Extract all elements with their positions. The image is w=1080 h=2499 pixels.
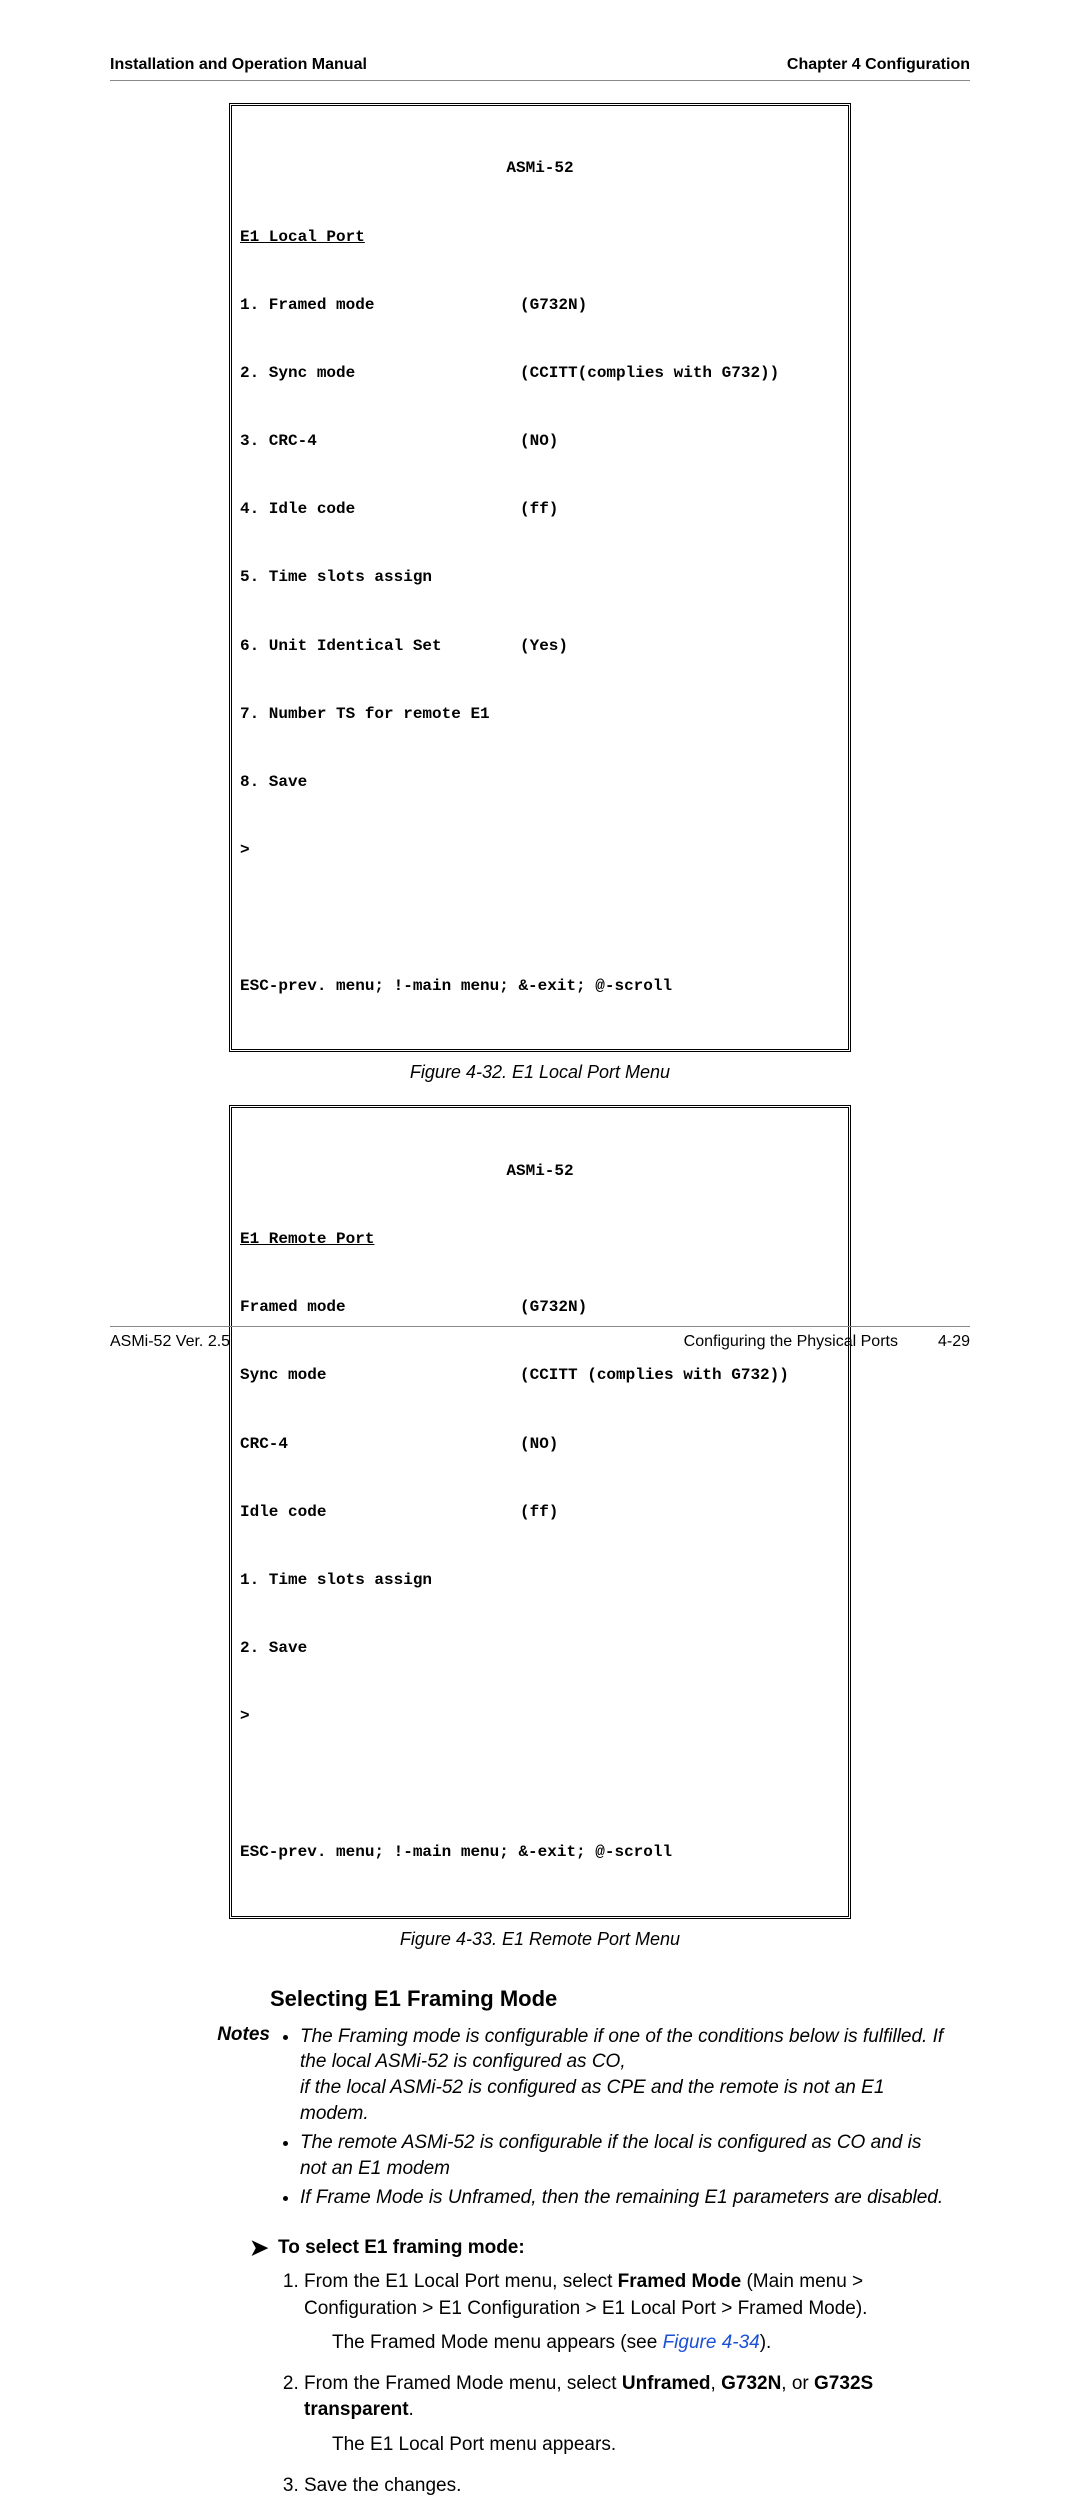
row-value: (G732N) (520, 1296, 840, 1319)
step-text: , or (781, 2373, 814, 2394)
page-header: Installation and Operation Manual Chapte… (110, 56, 970, 81)
row-value (520, 566, 840, 589)
step-sub: The E1 Local Port menu appears. (332, 2432, 950, 2459)
terminal-row: 1. Time slots assign (240, 1569, 840, 1592)
row-label: 4. Idle code (240, 498, 520, 521)
terminal-row: 7. Number TS for remote E1 (240, 703, 840, 726)
terminal-row: 3. CRC-4(NO) (240, 430, 840, 453)
procedure-steps: From the E1 Local Port menu, select Fram… (304, 2269, 950, 2499)
arrow-icon: ➤ (250, 2237, 278, 2259)
row-label: CRC-4 (240, 1433, 520, 1456)
row-value: (Yes) (520, 635, 840, 658)
step-bold: Framed Mode (618, 2271, 742, 2292)
figure-caption-2: Figure 4-33. E1 Remote Port Menu (110, 1929, 970, 1950)
terminal-row: 6. Unit Identical Set(Yes) (240, 635, 840, 658)
header-left: Installation and Operation Manual (110, 56, 367, 74)
terminal-row: 5. Time slots assign (240, 566, 840, 589)
terminal-row: Framed mode(G732N) (240, 1296, 840, 1319)
terminal-row: Sync mode(CCITT (complies with G732)) (240, 1364, 840, 1387)
row-label: 2. Sync mode (240, 362, 520, 385)
page-footer: ASMi-52 Ver. 2.5 Configuring the Physica… (110, 1326, 970, 1351)
row-value (520, 771, 840, 794)
row-label: 1. Time slots assign (240, 1569, 520, 1592)
footer-section: Configuring the Physical Ports (684, 1333, 898, 1351)
row-label: Sync mode (240, 1364, 520, 1387)
header-right: Chapter 4 Configuration (787, 56, 970, 74)
step-sub-text: ). (760, 2332, 772, 2353)
note-item: The Framing mode is configurable if one … (300, 2024, 950, 2127)
step-item: From the Framed Mode menu, select Unfram… (304, 2371, 950, 2459)
row-value: (ff) (520, 498, 840, 521)
row-value (520, 1637, 840, 1660)
row-value: (ff) (520, 1501, 840, 1524)
terminal-row: 4. Idle code(ff) (240, 498, 840, 521)
row-label: 2. Save (240, 1637, 520, 1660)
row-value: (G732N) (520, 294, 840, 317)
terminal-help: ESC-prev. menu; !-main menu; &-exit; @-s… (240, 975, 840, 998)
terminal-row: CRC-4(NO) (240, 1433, 840, 1456)
notes-list: The Framing mode is configurable if one … (278, 2024, 950, 2215)
step-text: , (711, 2373, 722, 2394)
terminal-row: 2. Save (240, 1637, 840, 1660)
row-label: Idle code (240, 1501, 520, 1524)
terminal-e1-remote-port: ASMi-52 E1 Remote Port Framed mode(G732N… (229, 1105, 851, 1918)
step-bold: Unframed (622, 2373, 711, 2394)
step-sub: The Framed Mode menu appears (see Figure… (332, 2330, 950, 2357)
row-label: 3. CRC-4 (240, 430, 520, 453)
row-value (520, 1569, 840, 1592)
section-heading: Selecting E1 Framing Mode (270, 1986, 970, 2012)
notes-block: Notes The Framing mode is configurable i… (210, 2024, 950, 2215)
row-label: 1. Framed mode (240, 294, 520, 317)
terminal-help: ESC-prev. menu; !-main menu; &-exit; @-s… (240, 1841, 840, 1864)
procedure-block: ➤ To select E1 framing mode: From the E1… (250, 2237, 970, 2499)
terminal-row: 1. Framed mode(G732N) (240, 294, 840, 317)
step-text: From the E1 Local Port menu, select (304, 2271, 618, 2292)
terminal-prompt: > (240, 839, 840, 862)
footer-left: ASMi-52 Ver. 2.5 (110, 1333, 230, 1351)
terminal-row: Idle code(ff) (240, 1501, 840, 1524)
note-item: If Frame Mode is Unframed, then the rema… (300, 2185, 950, 2211)
row-label: 5. Time slots assign (240, 566, 520, 589)
row-label: 6. Unit Identical Set (240, 635, 520, 658)
step-bold: G732N (721, 2373, 781, 2394)
step-item: Save the changes. (304, 2473, 950, 2499)
terminal-e1-local-port: ASMi-52 E1 Local Port 1. Framed mode(G73… (229, 103, 851, 1052)
footer-page-number: 4-29 (938, 1333, 970, 1351)
terminal-section: E1 Remote Port (240, 1228, 840, 1251)
footer-right: Configuring the Physical Ports 4-29 (684, 1333, 970, 1351)
row-value (520, 703, 840, 726)
notes-label: Notes (210, 2024, 278, 2215)
step-text: From the Framed Mode menu, select (304, 2373, 622, 2394)
step-item: From the E1 Local Port menu, select Fram… (304, 2269, 950, 2357)
page: Installation and Operation Manual Chapte… (0, 0, 1080, 1397)
note-item: The remote ASMi-52 is configurable if th… (300, 2130, 950, 2181)
terminal-blank (240, 1773, 840, 1796)
terminal-blank (240, 907, 840, 930)
procedure-title: To select E1 framing mode: (278, 2237, 525, 2259)
row-label: 7. Number TS for remote E1 (240, 703, 520, 726)
row-label: Framed mode (240, 1296, 520, 1319)
row-value: (NO) (520, 430, 840, 453)
terminal-row: 8. Save (240, 771, 840, 794)
row-value: (CCITT (complies with G732)) (520, 1364, 840, 1387)
terminal-row: 2. Sync mode(CCITT(complies with G732)) (240, 362, 840, 385)
terminal-title: ASMi-52 (240, 1160, 840, 1183)
terminal-prompt: > (240, 1705, 840, 1728)
figure-link[interactable]: Figure 4-34 (663, 2332, 760, 2353)
terminal-section: E1 Local Port (240, 226, 840, 249)
step-text: . (409, 2399, 414, 2420)
step-sub-text: The Framed Mode menu appears (see (332, 2332, 663, 2353)
row-value: (NO) (520, 1433, 840, 1456)
terminal-title: ASMi-52 (240, 157, 840, 180)
row-label: 8. Save (240, 771, 520, 794)
figure-caption-1: Figure 4-32. E1 Local Port Menu (110, 1062, 970, 1083)
row-value: (CCITT(complies with G732)) (520, 362, 840, 385)
procedure-heading: ➤ To select E1 framing mode: (250, 2237, 970, 2259)
